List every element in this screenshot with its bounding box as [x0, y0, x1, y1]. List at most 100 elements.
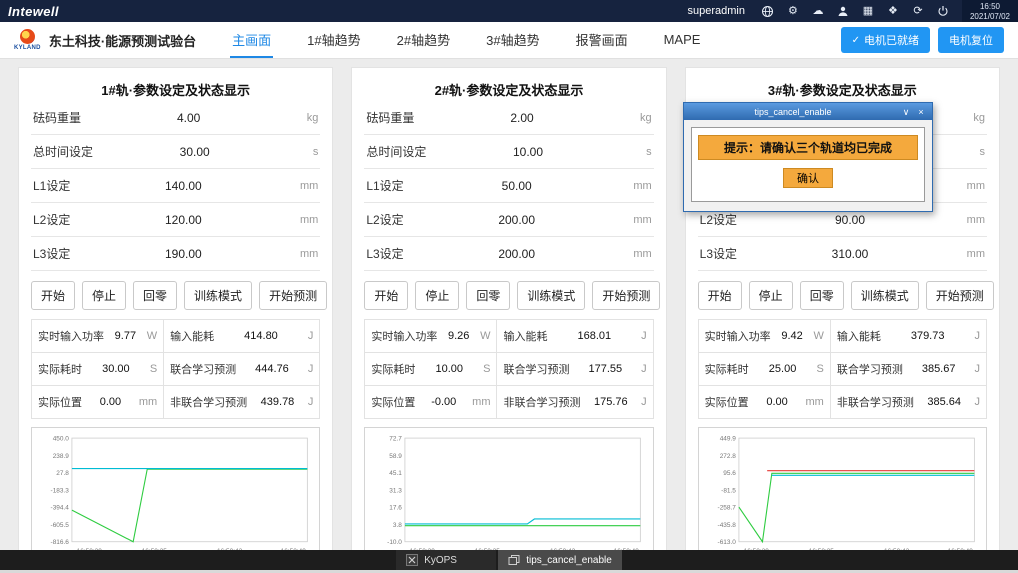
apps-icon[interactable]: ▦ [861, 4, 875, 18]
param-unit: mm [296, 180, 318, 192]
status-value: 385.67 [907, 363, 971, 375]
train-mode-button[interactable]: 训练模式 [517, 281, 585, 310]
minimize-icon[interactable]: ∨ [900, 106, 912, 118]
status-label: 输入能耗 [503, 328, 547, 344]
taskbar: KyOPS tips_cancel_enable [0, 550, 1018, 570]
status-value: 0.00 [753, 396, 802, 408]
tab-main-screen[interactable]: 主画面 [230, 22, 273, 58]
dialog-message: 提示：请确认三个轨道均已完成 [698, 135, 918, 160]
close-icon[interactable]: × [915, 106, 927, 118]
settings-icon[interactable]: ⚙ [786, 4, 800, 18]
status-unit: S [483, 363, 490, 375]
stop-button[interactable]: 停止 [749, 281, 793, 310]
param-value-field[interactable]: 200.00 [404, 247, 630, 261]
logged-in-user: superadmin [687, 5, 744, 17]
status-value: 9.77 [108, 330, 143, 342]
param-row: L3设定 310.00 mm [698, 237, 987, 271]
param-unit: kg [296, 112, 318, 124]
svg-text:72.7: 72.7 [390, 435, 403, 442]
app-navbar: KYLAND 东土科技·能源预测试验台 主画面 1#轴趋势 2#轴趋势 3#轴趋… [0, 22, 1018, 59]
tab-axis1-trend[interactable]: 1#轴趋势 [305, 22, 362, 58]
stop-button[interactable]: 停止 [82, 281, 126, 310]
tab-alarm-screen[interactable]: 报警画面 [574, 22, 630, 58]
svg-text:-258.7: -258.7 [717, 505, 736, 512]
svg-text:17.6: 17.6 [390, 505, 403, 512]
start-button[interactable]: 开始 [698, 281, 742, 310]
home-button[interactable]: 回零 [800, 281, 844, 310]
param-unit: kg [963, 112, 985, 124]
system-topbar: Intewell superadmin ⚙ ☁ ▦ ❖ ⟳ 16:50 2021… [0, 0, 1018, 22]
tab-axis3-trend[interactable]: 3#轴趋势 [484, 22, 541, 58]
param-value-field[interactable]: 140.00 [70, 179, 296, 193]
param-label: L3设定 [33, 245, 70, 262]
param-value-field[interactable]: 10.00 [426, 145, 629, 159]
motor-ready-button[interactable]: ✓ 电机已就绪 [841, 27, 930, 53]
status-unit: J [974, 363, 980, 375]
stop-button[interactable]: 停止 [415, 281, 459, 310]
clock-time: 16:50 [970, 2, 1010, 12]
power-icon[interactable] [936, 4, 950, 18]
task-label: KyOPS [424, 555, 457, 566]
param-value-field[interactable]: 310.00 [737, 247, 963, 261]
param-value-field[interactable]: 30.00 [93, 145, 296, 159]
sync-icon[interactable]: ⟳ [911, 4, 925, 18]
start-button[interactable]: 开始 [364, 281, 408, 310]
start-predict-button[interactable]: 开始预测 [259, 281, 327, 310]
status-row: 实际位置 0.00 mm 非联合学习预测 385.64 J [699, 386, 986, 419]
globe-icon[interactable] [761, 4, 775, 18]
motor-reset-button[interactable]: 电机复位 [938, 27, 1004, 53]
status-value: 9.42 [775, 330, 810, 342]
status-row: 实时输入功率 9.77 W 输入能耗 414.80 J [32, 320, 319, 353]
status-unit: W [813, 330, 823, 342]
home-button[interactable]: 回零 [466, 281, 510, 310]
start-button[interactable]: 开始 [31, 281, 75, 310]
status-cell: 输入能耗 414.80 J [164, 320, 319, 352]
train-mode-button[interactable]: 训练模式 [184, 281, 252, 310]
param-value-field[interactable]: 90.00 [737, 213, 963, 227]
status-cell: 实际耗时 10.00 S [365, 353, 497, 385]
cloud-icon[interactable]: ☁ [811, 4, 825, 18]
param-label: L3设定 [366, 245, 403, 262]
status-cell: 非联合学习预测 439.78 J [164, 386, 319, 418]
param-unit: kg [630, 112, 652, 124]
param-label: 总时间设定 [33, 143, 93, 160]
param-row: 总时间设定 10.00 s [364, 135, 653, 169]
param-value-field[interactable]: 4.00 [81, 111, 296, 125]
param-unit: mm [630, 214, 652, 226]
share-icon[interactable]: ❖ [886, 4, 900, 18]
rail3-chart-box: 449.9272.895.6-81.5-258.7-435.8-613.016:… [698, 427, 987, 563]
start-predict-button[interactable]: 开始预测 [926, 281, 994, 310]
tab-mape[interactable]: MAPE [662, 22, 703, 58]
status-unit: J [974, 396, 980, 408]
svg-text:-435.8: -435.8 [717, 522, 736, 529]
param-value-field[interactable]: 200.00 [404, 213, 630, 227]
status-value: 168.01 [551, 330, 637, 342]
user-icon[interactable] [836, 4, 850, 18]
param-row: L1设定 140.00 mm [31, 169, 320, 203]
start-predict-button[interactable]: 开始预测 [592, 281, 660, 310]
train-mode-button[interactable]: 训练模式 [851, 281, 919, 310]
dialog-titlebar[interactable]: tips_cancel_enable ∨ × [684, 103, 932, 120]
param-row: 砝码重量 2.00 kg [364, 101, 653, 135]
param-value-field[interactable]: 2.00 [414, 111, 629, 125]
status-label: 实际耗时 [38, 361, 82, 377]
param-value-field[interactable]: 190.00 [70, 247, 296, 261]
status-label: 联合学习预测 [170, 361, 236, 377]
tab-axis2-trend[interactable]: 2#轴趋势 [395, 22, 452, 58]
task-tips-cancel-enable[interactable]: tips_cancel_enable [498, 550, 622, 570]
app-title: 东土科技·能源预测试验台 [49, 31, 196, 50]
svg-text:450.0: 450.0 [53, 435, 70, 442]
main-tabs: 主画面 1#轴趋势 2#轴趋势 3#轴趋势 报警画面 MAPE [230, 22, 702, 58]
rail1-controls: 开始 停止 回零 训练模式 开始预测 [31, 281, 320, 310]
rail2-panel-title: 2#轨·参数设定及状态显示 [364, 80, 653, 99]
home-button[interactable]: 回零 [133, 281, 177, 310]
motor-reset-label: 电机复位 [949, 32, 993, 48]
param-row: L2设定 120.00 mm [31, 203, 320, 237]
svg-text:45.1: 45.1 [390, 470, 403, 477]
confirm-button[interactable]: 确认 [783, 168, 833, 188]
param-value-field[interactable]: 120.00 [70, 213, 296, 227]
dialog-title: tips_cancel_enable [689, 107, 897, 117]
param-unit: s [630, 146, 652, 158]
task-kyops[interactable]: KyOPS [396, 550, 496, 570]
param-value-field[interactable]: 50.00 [404, 179, 630, 193]
